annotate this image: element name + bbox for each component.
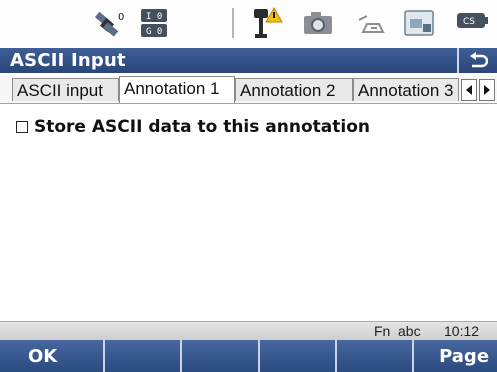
tab-ascii-input[interactable]: ASCII input bbox=[12, 78, 119, 101]
tab-annotation-3[interactable]: Annotation 3 bbox=[353, 78, 459, 101]
status-bar: 0 I 0 G 0 CS bbox=[0, 0, 497, 48]
store-ascii-checkbox[interactable] bbox=[16, 121, 28, 133]
tab-annotation-1[interactable]: Annotation 1 bbox=[119, 76, 235, 103]
satellite-icon: 0 bbox=[94, 11, 124, 37]
io-status-icon: I 0 G 0 bbox=[141, 9, 167, 37]
page-title: ASCII Input bbox=[10, 50, 126, 71]
svg-text:G 0: G 0 bbox=[146, 27, 162, 37]
svg-text:I 0: I 0 bbox=[146, 12, 162, 22]
clock: 10:12 bbox=[444, 323, 480, 339]
store-ascii-option[interactable]: Store ASCII data to this annotation bbox=[16, 115, 370, 139]
softkey-3[interactable] bbox=[182, 340, 260, 372]
svg-text:0: 0 bbox=[118, 12, 124, 23]
instrument-icon bbox=[358, 15, 385, 33]
svg-text:CS: CS bbox=[463, 17, 475, 27]
tab-scroll-arrows bbox=[461, 79, 495, 101]
info-bar: Fn abc 10:12 bbox=[0, 321, 497, 340]
softkey-4[interactable] bbox=[260, 340, 337, 372]
tab-scroll-left-button[interactable] bbox=[461, 79, 477, 101]
tab-bar: ASCII input Annotation 1 Annotation 2 An… bbox=[0, 76, 497, 104]
store-ascii-label: Store ASCII data to this annotation bbox=[34, 117, 370, 137]
tab-scroll-right-button[interactable] bbox=[479, 79, 495, 101]
ok-button[interactable]: OK bbox=[0, 340, 106, 372]
card-icon bbox=[404, 10, 434, 36]
title-bar: ASCII Input bbox=[0, 48, 497, 73]
chevron-left-icon bbox=[466, 85, 472, 95]
status-separator bbox=[232, 8, 234, 38]
input-mode-indicator: abc bbox=[398, 323, 421, 339]
battery-icon: CS bbox=[457, 13, 488, 28]
softkey-bar: OK Page bbox=[0, 340, 497, 372]
softkey-5[interactable] bbox=[337, 340, 414, 372]
antenna-warning-icon bbox=[254, 6, 283, 38]
chevron-right-icon bbox=[484, 85, 490, 95]
back-button[interactable] bbox=[457, 48, 497, 73]
fn-indicator: Fn bbox=[374, 323, 391, 339]
page-button[interactable]: Page bbox=[414, 340, 497, 372]
softkey-2[interactable] bbox=[105, 340, 183, 372]
tab-annotation-2[interactable]: Annotation 2 bbox=[235, 78, 353, 101]
back-arrow-icon bbox=[470, 51, 488, 67]
camera-icon bbox=[304, 12, 332, 34]
